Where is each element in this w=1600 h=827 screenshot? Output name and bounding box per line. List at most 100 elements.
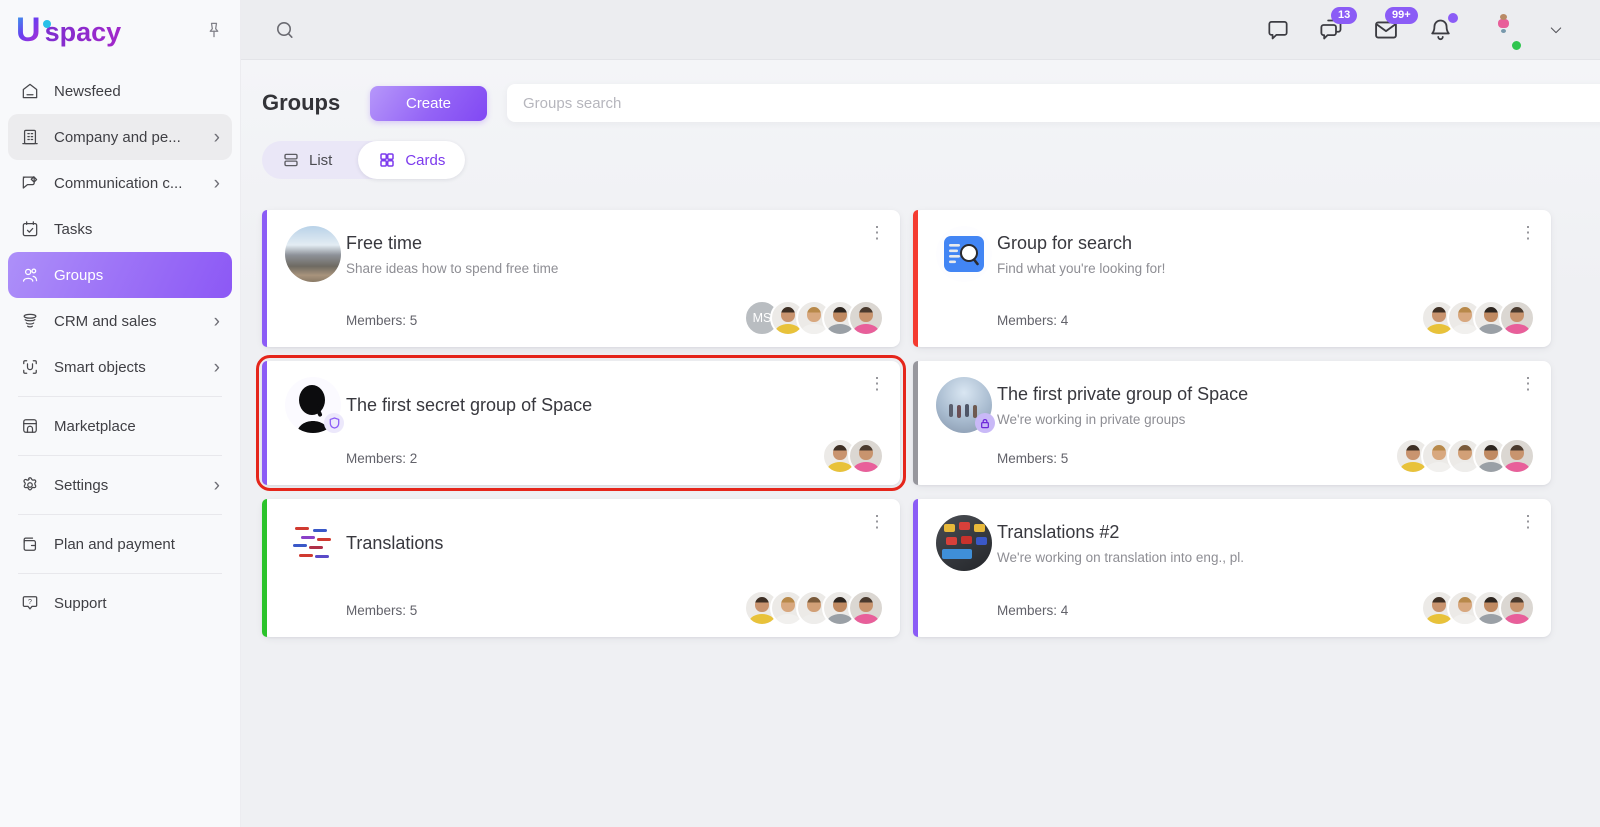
kebab-menu-icon[interactable]: ⋮ (1513, 218, 1543, 248)
online-status-dot (1510, 39, 1523, 52)
sidebar-item-label: Communication c... (54, 175, 182, 192)
help-bubble-icon: ? (20, 593, 40, 613)
sidebar-item-plan-and-payment[interactable]: Plan and payment (8, 521, 232, 567)
kebab-menu-icon[interactable]: ⋮ (862, 218, 892, 248)
kebab-menu-icon[interactable]: ⋮ (1513, 507, 1543, 537)
group-card-first-private-group[interactable]: The first private group of Space We're w… (913, 361, 1551, 485)
mail-badge: 99+ (1385, 7, 1418, 24)
sidebar-item-communications[interactable]: Communication c... › (8, 160, 232, 206)
group-card-first-secret-group[interactable]: The first secret group of Space Members:… (262, 361, 900, 485)
funnel-stack-icon (20, 311, 40, 331)
card-accent-bar (262, 210, 267, 347)
group-card-free-time[interactable]: Free time Share ideas how to spend free … (262, 210, 900, 347)
scan-u-icon (20, 357, 40, 377)
sidebar-item-support[interactable]: ? Support (8, 580, 232, 626)
members-count: Members: 5 (346, 603, 417, 618)
groups-card-grid: Free time Share ideas how to spend free … (262, 210, 1551, 637)
page-title: Groups (262, 90, 340, 116)
group-title: The first private group of Space (997, 384, 1248, 405)
sidebar-item-label: Smart objects (54, 359, 146, 376)
group-title: Group for search (997, 233, 1132, 254)
topbar: 13 99+ (241, 0, 1600, 60)
pin-sidebar-icon[interactable] (204, 20, 224, 40)
sidebar-item-label: Groups (54, 267, 103, 284)
user-avatar[interactable] (1481, 10, 1521, 50)
sidebar: U spacy Newsfeed Company and pe... › Com… (0, 0, 241, 827)
group-avatar-wordcloud (285, 515, 341, 571)
logo-text: spacy (45, 17, 122, 48)
building-icon (20, 127, 40, 147)
group-title: Translations (346, 533, 443, 554)
group-description: Find what you're looking for! (997, 261, 1165, 276)
member-avatar-stack (1421, 590, 1535, 626)
menu-divider (18, 396, 222, 397)
storefront-icon (20, 416, 40, 436)
private-lock-badge-icon (975, 413, 995, 433)
group-card-group-for-search[interactable]: Group for search Find what you're lookin… (913, 210, 1551, 347)
wallet-icon (20, 534, 40, 554)
chats-icon[interactable]: 13 (1318, 16, 1345, 43)
chevron-right-icon: › (214, 358, 220, 377)
sidebar-item-label: Tasks (54, 221, 92, 238)
groups-search-input[interactable] (507, 84, 1600, 122)
sidebar-item-marketplace[interactable]: Marketplace (8, 403, 232, 449)
comments-icon[interactable] (1265, 17, 1291, 43)
card-accent-bar (262, 361, 267, 485)
notifications-bell-icon[interactable] (1427, 16, 1454, 43)
global-search-icon[interactable] (273, 18, 297, 42)
member-avatar-stack (1395, 438, 1535, 474)
menu-divider (18, 514, 222, 515)
member-avatar (1499, 438, 1535, 474)
create-group-button[interactable]: Create (370, 86, 487, 121)
secret-shield-badge-icon (324, 413, 344, 433)
group-card-translations[interactable]: Translations Members: 5 ⋮ (262, 499, 900, 637)
sidebar-item-label: Plan and payment (54, 536, 175, 553)
sidebar-item-label: Newsfeed (54, 83, 121, 100)
members-count: Members: 2 (346, 451, 417, 466)
group-avatar-photo (285, 226, 341, 282)
chevron-right-icon: › (214, 312, 220, 331)
sidebar-item-smart-objects[interactable]: Smart objects › (8, 344, 232, 390)
logo-dot (43, 20, 51, 28)
member-avatar (1499, 590, 1535, 626)
kebab-menu-icon[interactable]: ⋮ (1513, 369, 1543, 399)
group-avatar-search-art (936, 226, 992, 282)
sidebar-item-crm-and-sales[interactable]: CRM and sales › (8, 298, 232, 344)
card-accent-bar (913, 499, 918, 637)
members-count: Members: 4 (997, 313, 1068, 328)
cards-view-icon (378, 151, 396, 169)
members-count: Members: 5 (997, 451, 1068, 466)
group-title: Free time (346, 233, 422, 254)
card-accent-bar (913, 210, 918, 347)
member-avatar (1499, 300, 1535, 336)
chevron-down-icon[interactable] (1548, 22, 1564, 38)
card-accent-bar (262, 499, 267, 637)
sidebar-item-company-and-people[interactable]: Company and pe... › (8, 114, 232, 160)
kebab-menu-icon[interactable]: ⋮ (862, 369, 892, 399)
member-avatar-stack (822, 438, 884, 474)
sidebar-item-groups[interactable]: Groups (8, 252, 232, 298)
kebab-menu-icon[interactable]: ⋮ (862, 507, 892, 537)
member-avatar-stack (744, 590, 884, 626)
calendar-check-icon (20, 219, 40, 239)
sidebar-item-label: CRM and sales (54, 313, 157, 330)
group-card-translations-2[interactable]: Translations #2 We're working on transla… (913, 499, 1551, 637)
group-avatar-keyboard (936, 515, 992, 571)
group-description: Share ideas how to spend free time (346, 261, 558, 276)
mail-icon[interactable]: 99+ (1372, 16, 1400, 44)
group-title: The first secret group of Space (346, 395, 592, 416)
list-view-icon (282, 151, 300, 169)
communication-icon (20, 173, 40, 193)
sidebar-item-newsfeed[interactable]: Newsfeed (8, 68, 232, 114)
view-toggle: List Cards (262, 141, 465, 179)
view-toggle-list[interactable]: List (262, 141, 358, 179)
member-avatar (848, 590, 884, 626)
view-toggle-cards[interactable]: Cards (358, 141, 465, 179)
menu-divider (18, 573, 222, 574)
svg-text:?: ? (28, 598, 32, 606)
sidebar-item-tasks[interactable]: Tasks (8, 206, 232, 252)
view-toggle-list-label: List (309, 152, 332, 169)
member-avatar-stack (1421, 300, 1535, 336)
uspacy-logo: U spacy (16, 11, 121, 50)
sidebar-item-settings[interactable]: Settings › (8, 462, 232, 508)
